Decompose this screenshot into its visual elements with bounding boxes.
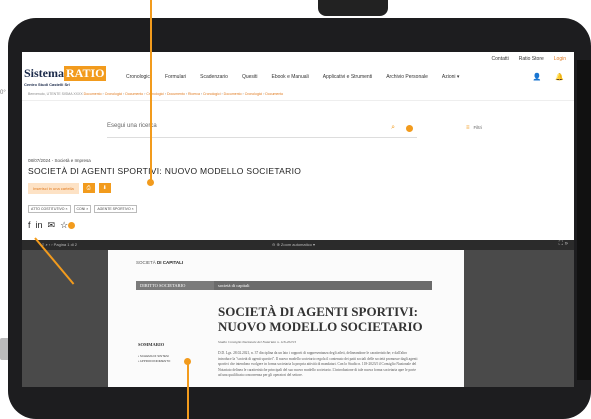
pdf-source: Studio Consiglio Nazionale del Notariato… [218, 340, 296, 344]
clear-icon[interactable] [406, 125, 413, 132]
breadcrumb-link[interactable]: Ricerca [188, 92, 200, 96]
login-link[interactable]: Login [554, 56, 566, 62]
page-title: SOCIETÀ DI AGENTI SPORTIVI: NUOVO MODELL… [28, 166, 302, 176]
callout-line [150, 0, 152, 182]
nav-scadenzario[interactable]: Scadenzario [200, 74, 228, 80]
logo-ratio: RATIO [64, 66, 107, 81]
share-bar: f in ✉ ☆ [28, 220, 68, 231]
breadcrumb-link[interactable]: Documento [125, 92, 143, 96]
store-link[interactable]: Ratio Store [519, 56, 544, 62]
tag[interactable]: CONI × [73, 205, 92, 213]
callout-dot [68, 222, 75, 229]
star-icon[interactable]: ☆ [60, 220, 68, 231]
pdf-page: SOCIETÀ DI CAPITALI DIRITTO SOCIETARIO s… [108, 250, 464, 387]
device-notch [318, 0, 388, 16]
nav-icons: 👤 🔔 [533, 73, 564, 81]
breadcrumb-prefix: Benvenuto, UTENTE SISMA XXXX [28, 92, 83, 96]
tag[interactable]: AGENTE SPORTIVO × [94, 205, 137, 213]
callout-line [187, 362, 189, 419]
contatti-link[interactable]: Contatti [492, 56, 509, 62]
nav-quesiti[interactable]: Quesiti [242, 74, 258, 80]
filters-label: Filtri [473, 125, 483, 130]
mail-icon[interactable]: ✉ [48, 220, 56, 231]
breadcrumb-link[interactable]: Documento [84, 92, 102, 96]
tag-list: ATTO COSTITUTIVO × CONI × AGENTE SPORTIV… [28, 205, 137, 213]
pdf-fullscreen-icon[interactable]: ⛶ » [559, 241, 568, 248]
sommario-item[interactable]: • APPROFONDIMENTO [138, 359, 170, 364]
search-icon[interactable]: ⌕ [391, 124, 395, 132]
top-links: Contatti Ratio Store Login [492, 56, 566, 62]
edge-text: 0° [0, 90, 6, 96]
download-button[interactable]: ⬇ [98, 183, 111, 193]
user-icon[interactable]: 👤 [533, 73, 542, 81]
breadcrumb-link[interactable]: Cronologici [203, 92, 221, 96]
search-input[interactable]: Esegui una ricerca ⌕ [107, 123, 417, 138]
breadcrumb-link[interactable]: Cronologici [245, 92, 263, 96]
filters-icon: ≡ [466, 125, 470, 131]
callout-dot [147, 179, 154, 186]
breadcrumb-link[interactable]: Cronologici [105, 92, 123, 96]
doc-actions: Inserisci in una cartella ⎙ ⬇ [28, 183, 111, 194]
breadcrumb: Benvenuto, UTENTE SISMA XXXX Documento ›… [28, 92, 284, 96]
breadcrumb-link[interactable]: Documento [167, 92, 185, 96]
logo-subtitle: Centro Studi Castelli Srl [24, 82, 70, 87]
pdf-page-controls[interactable]: ≡ ⌕ ‹ › Pagina 1 di 2 [42, 242, 77, 247]
tag[interactable]: ATTO COSTITUTIVO × [28, 205, 71, 213]
tablet-edge [577, 60, 591, 380]
breadcrumb-link[interactable]: Cronologici [146, 92, 164, 96]
breadcrumb-link[interactable]: Documento [265, 92, 283, 96]
pdf-zoom-controls[interactable]: ⊖ ⊕ Zoom automatico ▾ [272, 242, 315, 247]
pdf-sommario: SOMMARIO [138, 342, 165, 347]
logo-brand: Sistema [24, 66, 64, 80]
add-folder-button[interactable]: Inserisci in una cartella [28, 183, 79, 194]
nav-formulari[interactable]: Formulari [165, 74, 186, 80]
bell-icon[interactable]: 🔔 [555, 73, 564, 81]
nav-archivio[interactable]: Archivio Personale [386, 74, 428, 80]
filters-button[interactable]: ≡ Filtri [466, 125, 482, 131]
logo[interactable]: Sistema RATIO Centro Studi Castelli Srl [24, 64, 107, 87]
pdf-toolbar: ≡ ⌕ ‹ › Pagina 1 di 2 ⊖ ⊕ Zoom automatic… [22, 240, 574, 250]
doc-meta: 08/07/2024 - Società e Impresa [28, 158, 91, 163]
pdf-title: SOCIETÀ DI AGENTI SPORTIVI: NUOVO MODELL… [218, 304, 423, 334]
callout-dot [184, 358, 191, 365]
nav-azioni[interactable]: Azioni ▾ [442, 74, 460, 80]
pdf-section-pre: SOCIETÀ [136, 260, 158, 265]
pdf-sommario-list: • SCHEMA DI SINTESI • APPROFONDIMENTO [138, 354, 170, 364]
print-button[interactable]: ⎙ [82, 183, 95, 193]
pdf-category: DIRITTO SOCIETARIO [136, 281, 214, 290]
facebook-icon[interactable]: f [28, 220, 31, 231]
nav-cronologici[interactable]: Cronologici [126, 74, 151, 80]
linkedin-icon[interactable]: in [36, 220, 43, 231]
header-divider [22, 100, 574, 101]
pdf-body: D.D. Lgs. 28.02.2021, n. 37 disciplina d… [218, 351, 418, 377]
nav-applicativi[interactable]: Applicativi e Strumenti [323, 74, 372, 80]
nav-ebook[interactable]: Ebook e Manuali [272, 74, 309, 80]
pdf-subcategory: società di capitali [214, 281, 432, 290]
breadcrumb-link[interactable]: Documento [224, 92, 242, 96]
tablet-screen: Contatti Ratio Store Login Sistema RATIO … [22, 52, 574, 387]
pdf-section: SOCIETÀ DI CAPITALI [136, 260, 183, 265]
main-nav: Cronologici Formulari Scadenzario Quesit… [126, 74, 459, 80]
pdf-section-bold: DI CAPITALI [157, 260, 184, 265]
